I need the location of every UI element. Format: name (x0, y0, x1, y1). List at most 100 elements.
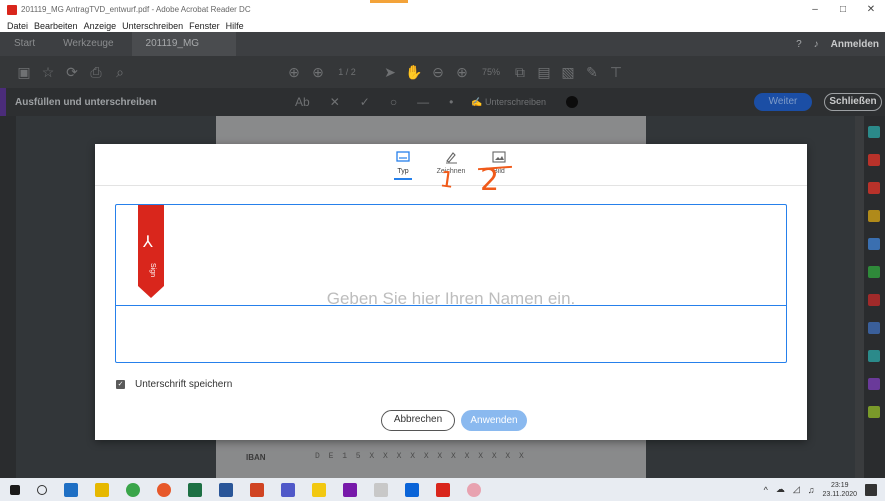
account-area: ? ♪ Anmelden (784, 32, 879, 56)
stamp-icon[interactable]: ⊤ (604, 64, 628, 81)
menu-unterschreiben[interactable]: Unterschreiben (122, 21, 183, 31)
tab-werkzeuge[interactable]: Werkzeuge (49, 32, 127, 56)
save-icon[interactable]: ▣ (12, 64, 36, 81)
help-icon[interactable]: ? (796, 39, 802, 50)
orange-highlight-bar (370, 0, 408, 3)
comment-panel-icon[interactable] (868, 210, 880, 222)
organize-pages-icon[interactable] (868, 266, 880, 278)
weiter-button[interactable]: Weiter (754, 93, 812, 111)
tab-typ[interactable]: Typ (381, 150, 425, 180)
circle-icon[interactable]: ○ (390, 95, 397, 109)
apply-button[interactable]: Anwenden (461, 410, 527, 431)
select-cursor-icon[interactable]: ➤ (378, 64, 402, 81)
clock-time: 23:19 (830, 481, 849, 489)
tray-chevron-icon[interactable]: ^ (764, 485, 768, 495)
volume-icon[interactable]: ♫ (808, 485, 815, 495)
save-signature-checkbox[interactable]: ✓ (116, 380, 125, 389)
sign-flag: ⅄ Sign (138, 205, 164, 298)
combine-files-icon[interactable] (868, 238, 880, 250)
menu-fenster[interactable]: Fenster (189, 21, 220, 31)
fit-page-icon[interactable]: ⧉ (508, 64, 532, 81)
menu-anzeige[interactable]: Anzeige (84, 21, 117, 31)
word-icon[interactable] (219, 482, 233, 497)
acrobat-app-icon (7, 4, 17, 15)
teams-icon[interactable] (281, 482, 295, 497)
network-icon[interactable]: ◿ (793, 484, 800, 495)
vertical-scrollbar[interactable] (855, 116, 864, 478)
sign-button[interactable]: ✍ Unterschreiben (471, 97, 546, 108)
dot-icon[interactable]: • (449, 95, 453, 109)
clock[interactable]: 23:19 23.11.2020 (822, 481, 857, 499)
optimize-icon[interactable] (868, 350, 880, 362)
maximize-button[interactable]: □ (829, 0, 857, 19)
iban-label: IBAN (246, 453, 266, 462)
export-pdf-icon[interactable] (868, 126, 880, 138)
close-window-button[interactable]: ✕ (857, 0, 885, 19)
powerpoint-icon[interactable] (250, 482, 264, 497)
outlook-icon[interactable] (64, 482, 78, 497)
edit-pdf-icon[interactable] (868, 182, 880, 194)
more-tools-icon[interactable] (868, 406, 880, 418)
firefox-icon[interactable] (157, 482, 171, 497)
sign-tool-icon[interactable]: ✎ (580, 64, 604, 81)
chrome-icon[interactable] (126, 482, 140, 497)
notification-icon[interactable] (865, 483, 877, 496)
search-icon[interactable] (37, 484, 47, 495)
bell-icon[interactable]: ♪ (814, 39, 819, 50)
comment-icon[interactable]: ▤ (532, 64, 556, 81)
sign-label: Unterschreiben (485, 96, 547, 107)
file-explorer-icon[interactable] (95, 482, 109, 497)
page-indicator[interactable]: 1 / 2 (330, 67, 364, 77)
windows-taskbar: ^ ☁ ◿ ♫ 23:19 23.11.2020 (0, 478, 885, 501)
menu-hilfe[interactable]: Hilfe (226, 21, 244, 31)
menu-bearbeiten[interactable]: Bearbeiten (34, 21, 78, 31)
share-icon[interactable]: ⟳ (60, 64, 84, 81)
cross-mark-icon[interactable]: ✕ (330, 95, 340, 109)
print-icon[interactable]: ⎙ (84, 64, 108, 81)
line-icon[interactable]: — (417, 95, 429, 109)
hand-tool-icon[interactable]: ✋ (402, 64, 426, 81)
zoom-level[interactable]: 75% (474, 67, 508, 77)
zoom-icon[interactable] (405, 482, 419, 497)
redact-icon[interactable] (868, 294, 880, 306)
excel-icon[interactable] (188, 482, 202, 497)
tab-start[interactable]: Start (0, 32, 49, 56)
keyboard-icon (396, 151, 410, 162)
sign-flag-label: Sign (149, 263, 156, 278)
onenote-icon[interactable] (343, 482, 357, 497)
annotation-number-2: 2 (480, 163, 500, 198)
zoom-out-icon[interactable]: ⊖ (426, 64, 450, 81)
color-picker[interactable] (566, 96, 579, 108)
clock-date: 23.11.2020 (822, 490, 857, 498)
fill-and-sign-bar: Ausfüllen und unterschreiben Ab ✕ ✓ ○ — … (0, 88, 885, 116)
schliessen-button[interactable]: Schließen (824, 93, 882, 111)
app-icon[interactable] (374, 482, 388, 497)
tab-document[interactable]: 201119_MG Antra... × (131, 32, 236, 73)
protect-icon[interactable] (868, 322, 880, 334)
page-down-icon[interactable]: ⊕ (306, 64, 330, 81)
left-panel-toggle[interactable] (0, 116, 16, 478)
sticky-notes-icon[interactable] (312, 482, 326, 497)
save-signature-row[interactable]: ✓ Unterschrift speichern (116, 379, 232, 390)
start-windows-icon[interactable] (10, 484, 20, 495)
title-bar: 201119_MG AntragTVD_entwurf.pdf - Adobe … (0, 0, 885, 19)
cancel-button[interactable]: Abbrechen (381, 410, 455, 431)
highlight-icon[interactable]: ▧ (556, 64, 580, 81)
page-up-icon[interactable]: ⊕ (282, 64, 306, 81)
minimize-button[interactable]: – (801, 0, 829, 19)
login-button[interactable]: Anmelden (831, 39, 879, 50)
signature-input-box[interactable]: ⅄ Sign Geben Sie hier Ihren Namen ein. (115, 204, 787, 363)
zoom-in-icon[interactable]: ⊕ (450, 64, 474, 81)
create-pdf-icon[interactable] (868, 154, 880, 166)
signature-placeholder: Geben Sie hier Ihren Namen ein. (326, 289, 576, 308)
check-mark-icon[interactable]: ✓ (360, 95, 370, 109)
onedrive-icon[interactable]: ☁ (776, 484, 785, 495)
bookmark-star-icon[interactable]: ☆ (36, 64, 60, 81)
menu-datei[interactable]: Datei (7, 21, 28, 31)
acrobat-taskbar-icon[interactable] (436, 482, 450, 497)
pen-draw-icon (446, 152, 457, 164)
add-text-icon[interactable]: Ab (295, 95, 310, 109)
fill-sign-panel-icon[interactable] (868, 378, 880, 390)
search-icon[interactable]: ⌕ (108, 64, 132, 81)
user-app-icon[interactable] (467, 482, 481, 497)
